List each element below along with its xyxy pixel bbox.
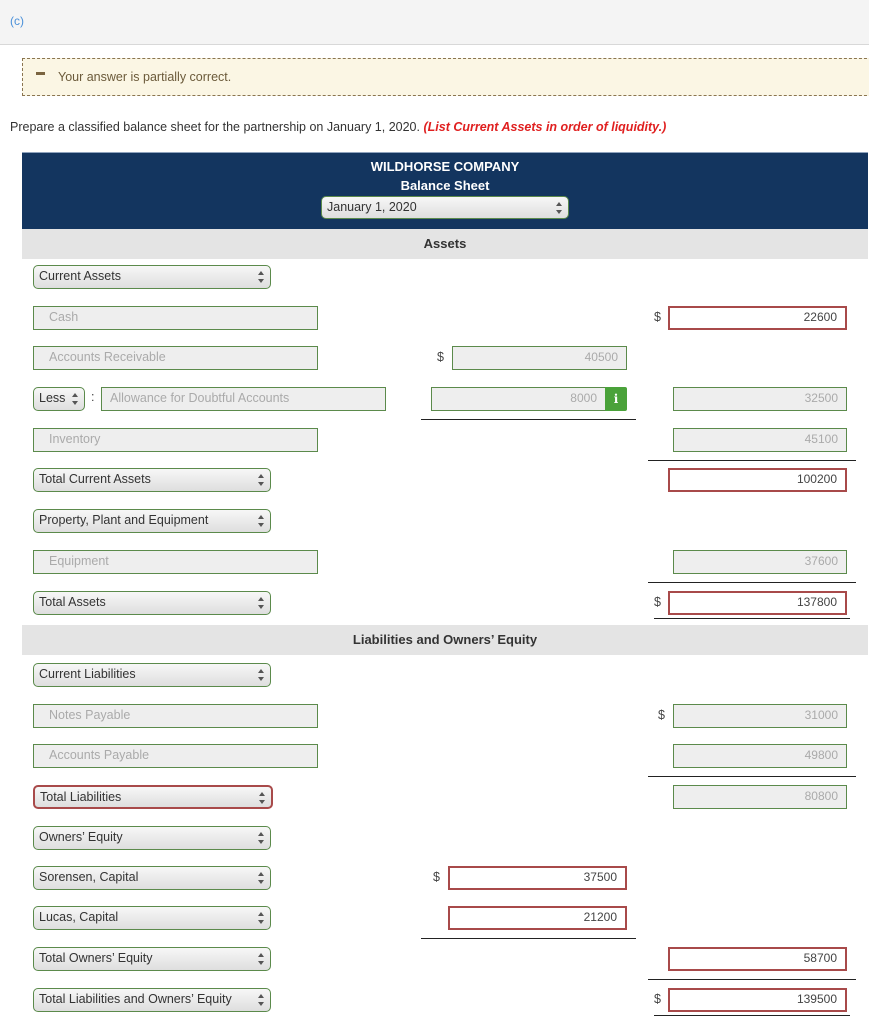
section-assets: Assets (22, 229, 868, 259)
select-arrows-icon (258, 832, 264, 844)
total-liabilities-select[interactable]: Total Liabilities (33, 785, 273, 809)
accounts-payable-label-input[interactable]: Accounts Payable (33, 744, 318, 768)
accounts-receivable-label-input[interactable]: Accounts Receivable (33, 346, 318, 370)
ppe-select[interactable]: Property, Plant and Equipment (33, 509, 271, 533)
subtotal-rule (421, 419, 636, 420)
total-current-assets-select[interactable]: Total Current Assets (33, 468, 271, 492)
double-rule (654, 1015, 850, 1016)
inventory-label-input[interactable]: Inventory (33, 428, 318, 452)
select-value: Total Liabilities (40, 790, 122, 804)
dollar-sign: $ (433, 870, 440, 884)
accounts-payable-amount-input[interactable]: 49800 (673, 744, 847, 768)
select-arrows-icon (258, 474, 264, 486)
total-liabilities-amount-input[interactable]: 80800 (673, 785, 847, 809)
select-arrows-icon (556, 202, 562, 214)
cash-label-input[interactable]: Cash (33, 306, 318, 330)
subtotal-rule (648, 460, 856, 461)
equipment-amount-input[interactable]: 37600 (673, 550, 847, 574)
select-value: Owners’ Equity (39, 830, 123, 844)
date-select-value: January 1, 2020 (327, 200, 417, 214)
lucas-capital-select[interactable]: Lucas, Capital (33, 906, 271, 930)
accounts-receivable-amount-input[interactable]: 40500 (452, 346, 627, 370)
total-owners-equity-select[interactable]: Total Owners’ Equity (33, 947, 271, 971)
instructions-text: Prepare a classified balance sheet for t… (10, 120, 420, 134)
cash-amount-input[interactable]: 22600 (668, 306, 847, 330)
select-value: Total Current Assets (39, 472, 151, 486)
instructions-hint: (List Current Assets in order of liquidi… (423, 120, 667, 134)
select-value: Property, Plant and Equipment (39, 513, 209, 527)
lucas-capital-amount-input[interactable]: 21200 (448, 906, 627, 930)
feedback-banner: Your answer is partially correct. (22, 58, 869, 96)
inventory-amount-input[interactable]: 45100 (673, 428, 847, 452)
colon-separator: : (91, 390, 95, 404)
select-arrows-icon (258, 669, 264, 681)
select-arrows-icon (258, 994, 264, 1006)
notes-payable-amount-input[interactable]: 31000 (673, 704, 847, 728)
select-value: Current Liabilities (39, 667, 136, 681)
current-liabilities-select[interactable]: Current Liabilities (33, 663, 271, 687)
notes-payable-label-input[interactable]: Notes Payable (33, 704, 318, 728)
sorensen-capital-amount-input[interactable]: 37500 (448, 866, 627, 890)
less-select[interactable]: Less (33, 387, 85, 411)
subtotal-rule (648, 582, 856, 583)
double-rule (654, 618, 850, 619)
select-value: Lucas, Capital (39, 910, 119, 924)
company-name: WILDHORSE COMPANY (370, 159, 520, 174)
select-value: Less (39, 391, 66, 405)
allowance-amount-input[interactable]: 8000 (431, 387, 606, 411)
net-receivables-amount-input[interactable]: 32500 (673, 387, 847, 411)
total-assets-amount-input[interactable]: 137800 (668, 591, 847, 615)
dollar-sign: $ (654, 310, 661, 324)
total-current-assets-amount-input[interactable]: 100200 (668, 468, 847, 492)
feedback-message: Your answer is partially correct. (58, 70, 232, 84)
subtotal-rule (648, 979, 856, 980)
date-select[interactable]: January 1, 2020 (321, 196, 569, 219)
sorensen-capital-select[interactable]: Sorensen, Capital (33, 866, 271, 890)
section-liabilities-equity: Liabilities and Owners’ Equity (22, 625, 868, 655)
select-arrows-icon (258, 872, 264, 884)
select-arrows-icon (258, 515, 264, 527)
select-arrows-icon (72, 393, 78, 405)
allowance-label-input[interactable]: Allowance for Doubtful Accounts (101, 387, 386, 411)
top-bar: (c) (0, 0, 869, 45)
select-arrows-icon (258, 912, 264, 924)
total-liabilities-owners-equity-amount-input[interactable]: 139500 (668, 988, 847, 1012)
owners-equity-select[interactable]: Owners’ Equity (33, 826, 271, 850)
statement-title: Balance Sheet (400, 178, 490, 193)
current-assets-select[interactable]: Current Assets (33, 265, 271, 289)
select-arrows-icon (258, 271, 264, 283)
total-liabilities-owners-equity-select[interactable]: Total Liabilities and Owners’ Equity (33, 988, 271, 1012)
total-owners-equity-amount-input[interactable]: 58700 (668, 947, 847, 971)
select-value: Current Assets (39, 269, 121, 283)
select-arrows-icon (258, 597, 264, 609)
select-value: Total Owners’ Equity (39, 951, 153, 965)
subtotal-rule (421, 938, 636, 939)
dollar-sign: $ (654, 992, 661, 1006)
select-arrows-icon (258, 953, 264, 965)
minus-icon (36, 72, 45, 75)
dollar-sign: $ (437, 350, 444, 364)
select-value: Total Liabilities and Owners’ Equity (39, 992, 232, 1006)
dollar-sign: $ (654, 595, 661, 609)
part-label: (c) (10, 14, 24, 28)
equipment-label-input[interactable]: Equipment (33, 550, 318, 574)
dollar-sign: $ (658, 708, 665, 722)
instructions: Prepare a classified balance sheet for t… (10, 120, 666, 134)
select-value: Total Assets (39, 595, 106, 609)
subtotal-rule (648, 776, 856, 777)
info-icon[interactable]: i (605, 387, 627, 411)
total-assets-select[interactable]: Total Assets (33, 591, 271, 615)
select-value: Sorensen, Capital (39, 870, 139, 884)
select-arrows-icon (259, 792, 265, 804)
